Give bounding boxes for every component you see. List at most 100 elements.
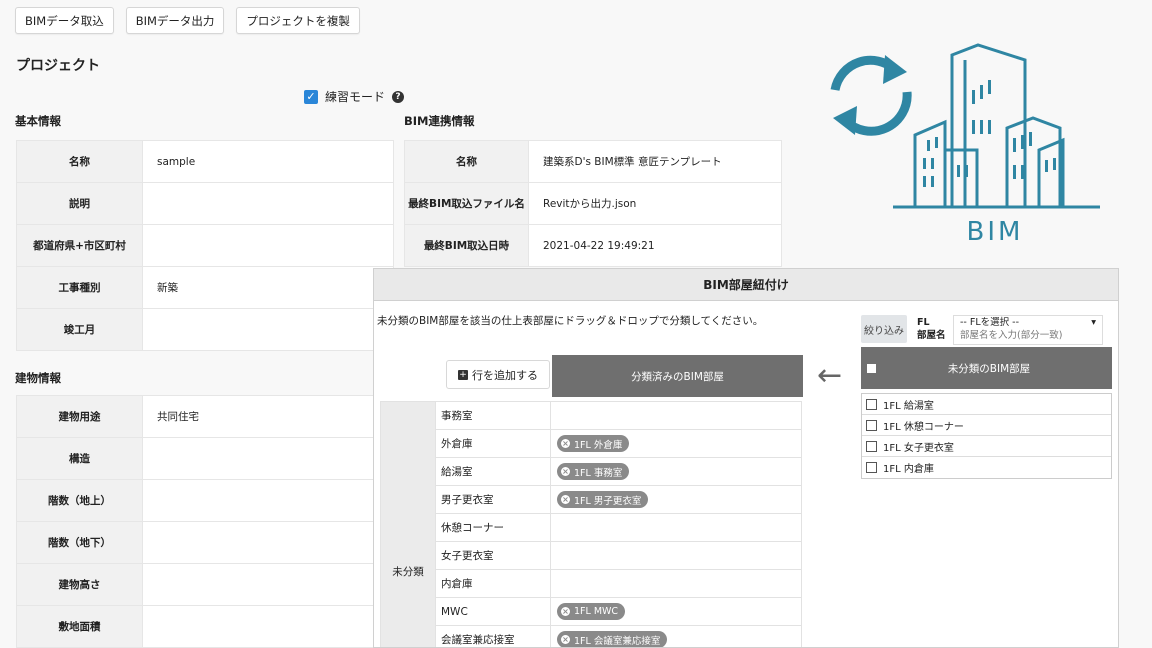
remove-icon[interactable]: × (561, 607, 570, 616)
linked-room-tag-label: 1FL 事務室 (574, 467, 623, 479)
room-drop-zone[interactable] (550, 569, 802, 598)
field-value: 新築 (142, 266, 394, 309)
table-row: 階数（地下） (16, 521, 394, 564)
field-label: 都道府県+市区町村 (16, 224, 143, 267)
basic-info-table: 名称 sample 説明 都道府県+市区町村 工事種別 新築 竣工月 (16, 140, 394, 351)
practice-mode: ✓ 練習モード ? (304, 88, 405, 105)
arrow-left-icon: ← (817, 358, 843, 393)
bim-info-table: 名称 建築系D's BIM標準 意匠テンプレート 最終BIM取込ファイル名 Revi… (404, 140, 782, 267)
checkbox[interactable] (866, 398, 877, 410)
field-label: 説明 (16, 182, 143, 225)
room-drop-zone[interactable] (550, 513, 802, 542)
checkbox[interactable] (866, 440, 877, 452)
list-item[interactable]: 1FL 休憩コーナー (862, 415, 1111, 436)
bim-import-button[interactable]: BIMデータ取込 (15, 7, 114, 34)
room-drop-zone[interactable]: × 1FL 外倉庫 (550, 429, 802, 458)
unclassified-list: 1FL 給湯室 1FL 休憩コーナー 1FL 女子更衣室 1FL 内倉庫 (861, 393, 1112, 479)
field-value: 2021-04-22 19:49:21 (528, 224, 782, 267)
room-drop-zone[interactable] (550, 541, 802, 570)
field-value (142, 563, 394, 606)
fl-select-value: -- FLを選択 -- (960, 317, 1020, 328)
remove-icon[interactable]: × (561, 439, 570, 448)
fl-label: FL (917, 317, 930, 328)
room-name-input[interactable]: 部屋名を入力(部分一致) (960, 329, 1102, 342)
select-all-checkbox[interactable] (867, 363, 876, 373)
field-value: Revitから出力.json (528, 182, 782, 225)
plus-icon: + (458, 369, 468, 380)
room-drop-zone[interactable]: × 1FL 会議室兼応接室 (550, 625, 802, 647)
fl-select[interactable]: -- FLを選択 -- ▾ (960, 316, 1102, 329)
field-value (142, 224, 394, 267)
list-item[interactable]: 1FL 女子更衣室 (862, 436, 1111, 457)
table-row: 未分類 事務室 (380, 401, 802, 647)
room-name: 男子更衣室 (435, 485, 551, 514)
table-row: 名称 sample (16, 140, 394, 183)
room-drop-zone[interactable]: × 1FL MWC (550, 597, 802, 626)
field-label: 名称 (16, 140, 143, 183)
table-row: 男子更衣室 × 1FL 男子更衣室 (381, 485, 802, 514)
table-row: 構造 (16, 437, 394, 480)
help-icon[interactable]: ? (392, 90, 405, 103)
filter-panel: 絞り込み FL 部屋名 -- FLを選択 -- ▾ 部屋名を入力(部分一致) (861, 315, 1103, 345)
list-item-label: 1FL 給湯室 (883, 400, 934, 412)
toolbar: BIMデータ取込 BIMデータ出力 プロジェクトを複製 (15, 7, 360, 34)
room-name: 外倉庫 (435, 429, 551, 458)
field-label: 敷地面積 (16, 605, 143, 648)
field-value: sample (142, 140, 394, 183)
room-drop-zone[interactable] (550, 401, 802, 430)
linked-room-tag[interactable]: × 1FL 事務室 (557, 463, 630, 480)
filter-labels: FL 部屋名 (907, 315, 953, 345)
linked-room-tag[interactable]: × 1FL 男子更衣室 (557, 491, 649, 508)
dialog-instruction: 未分類のBIM部屋を該当の仕上表部屋にドラッグ＆ドロップで分類してください。 (377, 315, 764, 327)
room-name: 給湯室 (435, 457, 551, 486)
dialog-title: BIM部屋紐付け (374, 269, 1118, 301)
group-label: 未分類 (380, 401, 436, 647)
remove-icon[interactable]: × (561, 635, 570, 644)
table-row: 名称 建築系D's BIM標準 意匠テンプレート (404, 140, 782, 183)
remove-icon[interactable]: × (561, 495, 570, 504)
room-name: 会議室兼応接室 (435, 625, 551, 647)
table-row: 会議室兼応接室 × 1FL 会議室兼応接室 (381, 625, 802, 647)
table-row: 休憩コーナー (381, 513, 802, 542)
field-value (142, 182, 394, 225)
table-row: 建物用途 共同住宅 (16, 395, 394, 438)
linked-room-tag-label: 1FL 外倉庫 (574, 439, 623, 451)
room-table: 未分類 事務室 外倉庫 × 1FL 外倉庫給湯室 × 1FL 事務室男子更衣室 × 1FL 男子… (380, 401, 802, 647)
bim-room-linking-dialog: BIM部屋紐付け 未分類のBIM部屋を該当の仕上表部屋にドラッグ＆ドロップで分類… (373, 268, 1119, 648)
list-item[interactable]: 1FL 内倉庫 (862, 457, 1111, 478)
field-value (142, 521, 394, 564)
duplicate-project-button[interactable]: プロジェクトを複製 (236, 7, 360, 34)
dropdown-caret-icon: ▾ (1091, 317, 1096, 328)
bim-export-button[interactable]: BIMデータ出力 (125, 7, 225, 34)
practice-mode-checkbox[interactable]: ✓ (304, 89, 318, 104)
checkbox[interactable] (866, 462, 877, 473)
table-row: 階数（地上） (16, 479, 394, 522)
room-drop-zone[interactable]: × 1FL 事務室 (550, 457, 802, 486)
linked-room-tag-label: 1FL MWC (574, 606, 619, 617)
building-info-table: 建物用途 共同住宅 構造 階数（地上） 階数（地下） 建物高さ 敷地面積 (16, 395, 394, 648)
table-row: MWC × 1FL MWC (381, 597, 802, 626)
list-item[interactable]: 1FL 給湯室 (862, 394, 1111, 415)
filter-button[interactable]: 絞り込み (861, 315, 907, 343)
room-name: 女子更衣室 (435, 541, 551, 570)
table-row: 竣工月 (16, 308, 394, 351)
room-name: 休憩コーナー (435, 513, 551, 542)
field-label: 最終BIM取込ファイル名 (404, 182, 529, 225)
linked-room-tag[interactable]: × 1FL 外倉庫 (557, 435, 630, 452)
list-item-label: 1FL 休憩コーナー (883, 421, 964, 433)
unclassified-header-label: 未分類のBIM部屋 (947, 362, 1031, 375)
checkbox[interactable] (866, 419, 877, 431)
basic-info-title: 基本情報 (15, 114, 61, 128)
linked-room-tag[interactable]: × 1FL MWC (557, 603, 626, 620)
remove-icon[interactable]: × (561, 467, 570, 476)
field-label: 竣工月 (16, 308, 143, 351)
linked-room-tag[interactable]: × 1FL 会議室兼応接室 (557, 631, 668, 647)
table-row: 工事種別 新築 (16, 266, 394, 309)
room-drop-zone[interactable]: × 1FL 男子更衣室 (550, 485, 802, 514)
room-name: 内倉庫 (435, 569, 551, 598)
add-row-button[interactable]: + 行を追加する (446, 360, 550, 389)
linked-room-tag-label: 1FL 会議室兼応接室 (574, 635, 661, 647)
list-item-label: 1FL 女子更衣室 (883, 442, 954, 454)
table-row: 説明 (16, 182, 394, 225)
field-label: 最終BIM取込日時 (404, 224, 529, 267)
